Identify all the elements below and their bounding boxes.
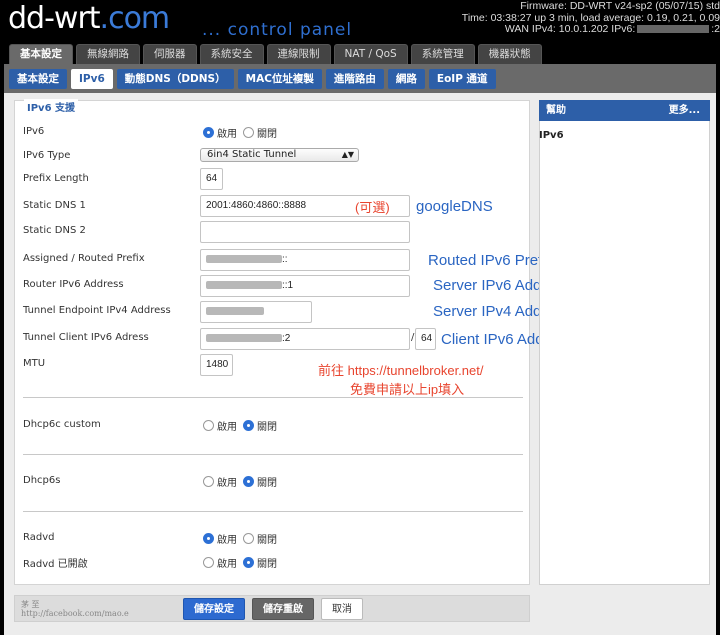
cancel-button[interactable]: 取消 xyxy=(321,598,363,620)
dhcp6c-enable-radio[interactable] xyxy=(203,420,214,431)
firmware-text: Firmware: DD-WRT v24-sp2 (05/07/15) std xyxy=(520,0,720,12)
save-button[interactable]: 儲存設定 xyxy=(183,598,245,620)
tab-nat-qos[interactable]: NAT / QoS xyxy=(333,44,408,64)
static-dns1-label: Static DNS 1 xyxy=(23,200,86,211)
dhcp6c-custom-radio-group: 啟用 關閉 xyxy=(203,418,283,433)
tab-access-restrictions[interactable]: 連線限制 xyxy=(266,44,331,64)
tunnelbroker-note-line2: 免費申請以上ip填入 xyxy=(350,382,465,397)
help-header: 幫助 更多... xyxy=(539,100,710,121)
help-title: 幫助 xyxy=(546,105,566,116)
dhcp6s-radio-group: 啟用 關閉 xyxy=(203,474,283,489)
router-ipv6-label: Router IPv6 Address xyxy=(23,279,124,290)
subtab-advanced-routing[interactable]: 進階路由 xyxy=(325,69,384,89)
ipv6-type-label: IPv6 Type xyxy=(23,150,71,161)
radvd-label: Radvd xyxy=(23,532,55,543)
router-ipv6-input[interactable]: ::1 xyxy=(200,275,410,297)
ipv6-disable-radio[interactable] xyxy=(243,127,254,138)
subtab-basic-setup[interactable]: 基本設定 xyxy=(9,69,67,89)
subtab-mac-clone[interactable]: MAC位址複製 xyxy=(237,69,322,89)
tunnel-client-label: Tunnel Client IPv6 Adress xyxy=(23,332,149,343)
routed-prefix-label: Assigned / Routed Prefix xyxy=(23,253,145,264)
header: dd-wrt.com ... control panel Firmware: D… xyxy=(0,0,720,44)
divider xyxy=(23,454,523,455)
radvd-disable-radio[interactable] xyxy=(243,533,254,544)
apply-button[interactable]: 儲存重啟 xyxy=(252,598,314,620)
divider xyxy=(23,511,523,512)
static-dns2-input[interactable] xyxy=(200,221,410,243)
routed-prefix-input[interactable]: :: xyxy=(200,249,410,271)
subtab-networking[interactable]: 網路 xyxy=(387,69,425,89)
tunnel-client-input[interactable]: :2 xyxy=(200,328,410,350)
subtab-eoip[interactable]: EoIP 通道 xyxy=(428,69,496,89)
static-dns2-label: Static DNS 2 xyxy=(23,225,86,236)
prefix-separator: / xyxy=(411,332,415,343)
ipv6-enable-radio[interactable] xyxy=(203,127,214,138)
tunnel-endpoint-label: Tunnel Endpoint IPv4 Address xyxy=(23,305,171,316)
tab-setup[interactable]: 基本設定 xyxy=(9,44,73,64)
control-panel-subtitle: ... control panel xyxy=(202,20,353,40)
radvd-config-label: Radvd 已開啟 xyxy=(23,559,88,570)
tab-services[interactable]: 伺服器 xyxy=(143,44,197,64)
select-arrows-icon: ▲▼ xyxy=(341,150,354,159)
help-panel xyxy=(539,100,710,585)
help-item-ipv6: IPv6 xyxy=(539,130,564,141)
dhcp6s-enable-radio[interactable] xyxy=(203,476,214,487)
dhcp6s-label: Dhcp6s xyxy=(23,475,61,486)
radvd-radio-group: 啟用 關閉 xyxy=(203,531,283,546)
prefix-length-input[interactable]: 64 xyxy=(200,168,223,190)
google-dns-annotation: googleDNS xyxy=(416,198,493,215)
subtab-ipv6[interactable]: IPv6 xyxy=(71,69,113,89)
dhcp6c-custom-label: Dhcp6c custom xyxy=(23,419,101,430)
sub-tabs: 基本設定 IPv6 動態DNS（DDNS） MAC位址複製 進階路由 網路 Eo… xyxy=(9,69,500,89)
ipv6-type-select[interactable]: 6in4 Static Tunnel ▲▼ xyxy=(200,148,359,162)
dhcp6s-disable-radio[interactable] xyxy=(243,476,254,487)
subtab-ddns[interactable]: 動態DNS（DDNS） xyxy=(116,69,234,89)
wan-text: WAN IPv4: 10.0.1.202 IPv6::2 xyxy=(504,23,720,35)
watermark: 茅 至 http://facebook.com/mao.e xyxy=(21,600,129,618)
section-title: IPv6 支援 xyxy=(24,99,79,114)
radvd-enable-radio[interactable] xyxy=(203,533,214,544)
tab-administration[interactable]: 系統管理 xyxy=(410,44,475,64)
status-info: Firmware: DD-WRT v24-sp2 (05/07/15) std … xyxy=(420,0,720,36)
tunnelbroker-note-line1: 前往 https://tunnelbroker.net/ xyxy=(318,363,484,378)
ipv6-label: IPv6 xyxy=(23,126,45,137)
tunnel-client-prefix-input[interactable]: 64 xyxy=(415,328,436,350)
tab-security[interactable]: 系統安全 xyxy=(199,44,264,64)
optional-annotation: (可選) xyxy=(355,200,390,215)
tab-status[interactable]: 機器狀態 xyxy=(477,44,542,64)
prefix-length-label: Prefix Length xyxy=(23,173,89,184)
radvd-config-radio-group: 啟用 關閉 xyxy=(203,555,283,570)
help-more-link[interactable]: 更多... xyxy=(669,100,700,121)
mtu-label: MTU xyxy=(23,358,46,369)
ipv6-radio-group: 啟用 關閉 xyxy=(203,125,283,140)
divider xyxy=(23,397,523,398)
radvd-config-enable-radio[interactable] xyxy=(203,557,214,568)
logo: dd-wrt.com xyxy=(8,1,170,36)
mtu-input[interactable]: 1480 xyxy=(200,354,233,376)
radvd-config-disable-radio[interactable] xyxy=(243,557,254,568)
dhcp6c-disable-radio[interactable] xyxy=(243,420,254,431)
tab-wireless[interactable]: 無線網路 xyxy=(76,44,140,64)
tunnel-endpoint-input[interactable] xyxy=(200,301,312,323)
main-tabs: 基本設定 無線網路 伺服器 系統安全 連線限制 NAT / QoS 系統管理 機… xyxy=(9,44,545,64)
